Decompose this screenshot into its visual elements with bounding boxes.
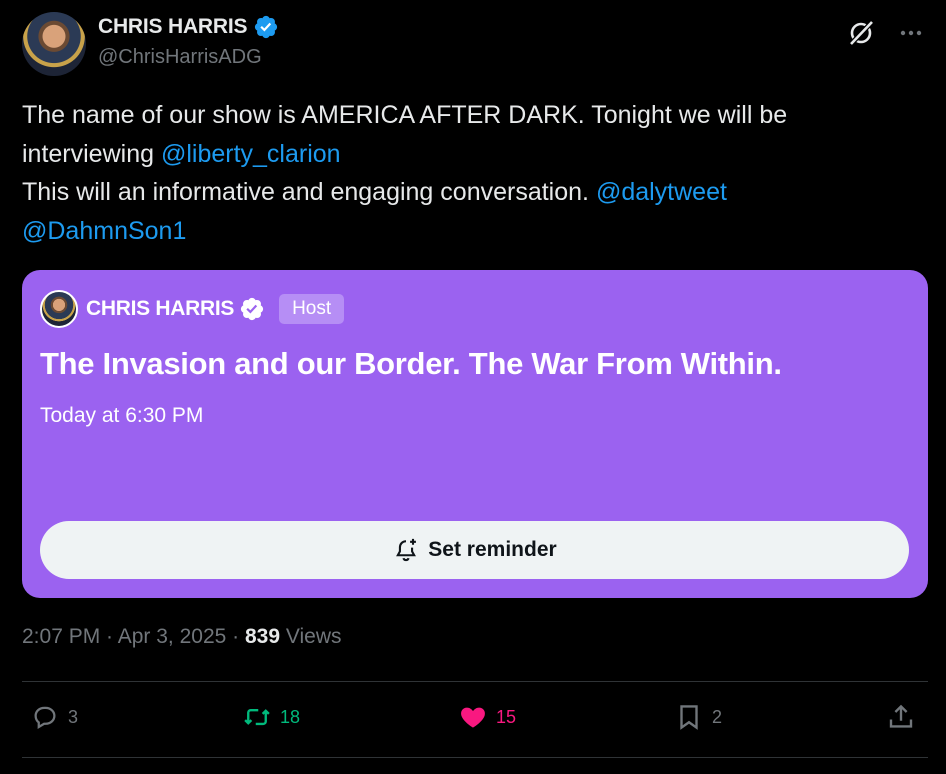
tweet-meta: 2:07 PM · Apr 3, 2025 · 839 Views <box>22 625 342 649</box>
views-label: Views <box>280 625 342 648</box>
reply-button[interactable]: 3 <box>30 702 78 732</box>
meta-separator: · <box>226 625 245 648</box>
divider <box>22 757 928 758</box>
verified-icon <box>255 15 278 39</box>
views-count: 839 <box>245 625 281 648</box>
tweet-line-1: The name of our show is AMERICA AFTER DA… <box>22 101 788 129</box>
set-reminder-button[interactable]: Set reminder <box>40 521 909 579</box>
tweet-header: CHRIS HARRIS @ChrisHarrisADG <box>22 12 928 76</box>
verified-icon <box>240 297 264 321</box>
author-name-row: CHRIS HARRIS <box>98 14 279 40</box>
space-host-row: CHRIS HARRIS Host <box>40 290 345 328</box>
space-host-avatar <box>40 290 78 328</box>
space-card[interactable]: CHRIS HARRIS Host The Invasion and our B… <box>22 270 928 598</box>
author-handle[interactable]: @ChrisHarrisADG <box>98 46 262 69</box>
more-icon[interactable] <box>896 18 926 48</box>
like-button[interactable]: 15 <box>458 702 516 732</box>
like-icon <box>461 707 485 728</box>
share-button[interactable] <box>886 702 916 732</box>
reply-count: 3 <box>68 706 79 727</box>
tweet-time[interactable]: 2:07 PM <box>22 625 100 648</box>
divider <box>22 681 928 682</box>
tweet-date[interactable]: Apr 3, 2025 <box>118 625 227 648</box>
tweet-text: The name of our show is AMERICA AFTER DA… <box>22 96 922 250</box>
meta-separator: · <box>100 625 118 648</box>
like-count: 15 <box>496 706 517 727</box>
author-avatar[interactable] <box>22 12 86 76</box>
mention-dahmnson1[interactable]: @DahmnSon1 <box>22 217 186 245</box>
reply-icon <box>34 706 56 729</box>
share-icon <box>889 704 913 728</box>
grok-icon[interactable] <box>846 18 876 48</box>
bookmark-button[interactable]: 2 <box>674 702 722 732</box>
retweet-count: 18 <box>280 706 301 727</box>
tweet-line-3: This will an informative and engaging co… <box>22 178 596 206</box>
retweet-button[interactable]: 18 <box>242 702 300 732</box>
space-title: The Invasion and our Border. The War Fro… <box>40 346 782 381</box>
bookmark-icon <box>680 705 698 730</box>
bookmark-count: 2 <box>712 706 723 727</box>
host-badge: Host <box>279 294 345 324</box>
tweet-line-2: interviewing <box>22 139 161 168</box>
retweet-icon <box>244 708 270 726</box>
author-display-name[interactable]: CHRIS HARRIS <box>98 15 247 39</box>
mention-liberty-clarion[interactable]: @liberty_clarion <box>161 140 341 168</box>
space-time: Today at 6:30 PM <box>40 404 204 427</box>
action-bar: 3 18 15 2 <box>22 690 928 750</box>
bell-plus-icon <box>396 538 417 562</box>
space-host-name: CHRIS HARRIS <box>86 297 235 320</box>
set-reminder-label: Set reminder <box>428 538 557 561</box>
mention-dalytweet[interactable]: @dalytweet <box>596 178 727 206</box>
